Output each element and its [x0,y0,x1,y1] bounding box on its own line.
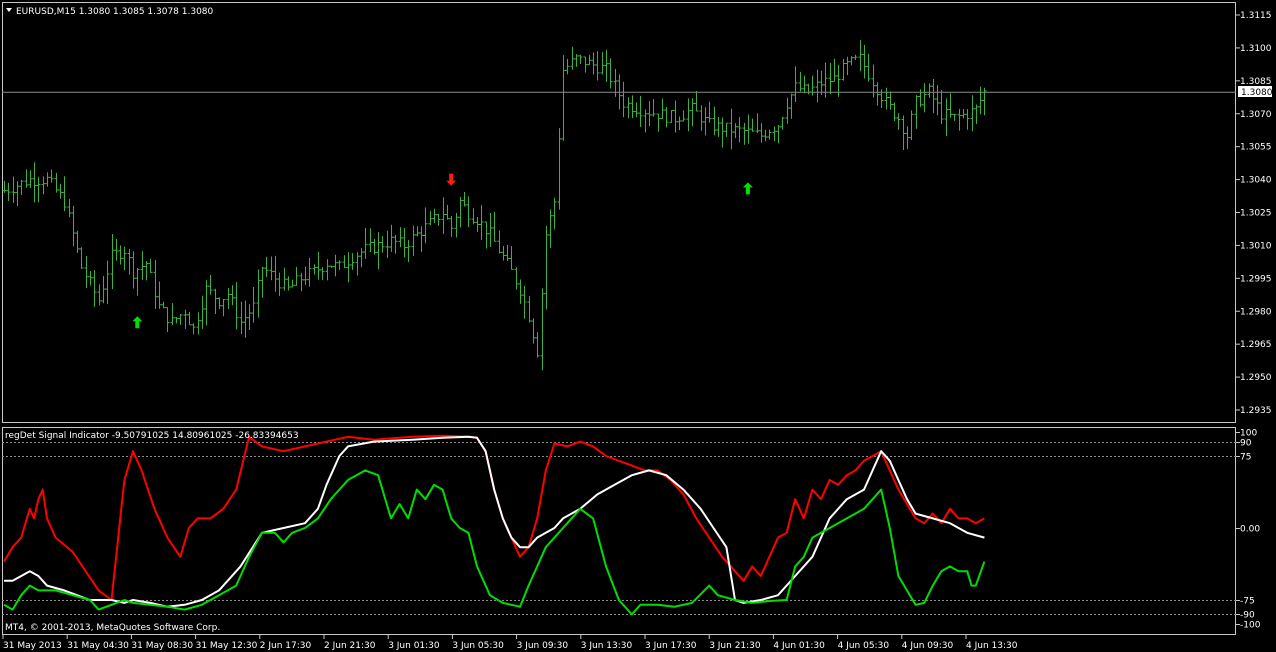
price-tick-label: 1.3100 [1240,44,1272,54]
time-tick-label: 2 Jun 21:30 [324,641,376,651]
symbol-title: EURUSD,M15 1.3080 1.3085 1.3078 1.3080 [16,7,214,17]
time-tick-label: 3 Jun 13:30 [581,641,633,651]
time-tick-label: 2 Jun 17:30 [260,641,312,651]
indicator-level-label: -100 [1240,621,1261,631]
price-tick-label: 1.3055 [1240,143,1272,153]
indicator-level-label: 0.00 [1240,525,1260,535]
time-tick-label: 3 Jun 17:30 [645,641,697,651]
price-tick-label: 1.3040 [1240,176,1272,186]
time-tick-label: 3 Jun 01:30 [388,641,440,651]
price-tick-label: 1.2950 [1240,373,1272,383]
time-tick-label: 31 May 2013 [3,641,62,651]
price-tick-label: 1.3010 [1240,241,1272,251]
indicator-level-label: 75 [1240,453,1251,463]
indicator-level-label: 100 [1240,429,1257,439]
time-tick-label: 4 Jun 13:30 [966,641,1018,651]
price-tick-label: 1.2995 [1240,274,1272,284]
price-tick-label: 1.2935 [1240,406,1272,416]
price-tick-label: 1.3085 [1240,77,1272,87]
time-tick-label: 31 May 08:30 [131,641,193,651]
price-tick-label: 1.2980 [1240,307,1272,317]
time-tick-label: 31 May 12:30 [196,641,258,651]
time-tick-label: 4 Jun 01:30 [773,641,825,651]
price-tick-label: 1.3115 [1240,11,1272,21]
time-tick-label: 3 Jun 05:30 [452,641,504,651]
price-tick-label: 1.2965 [1240,340,1272,350]
time-tick-label: 4 Jun 09:30 [902,641,954,651]
time-tick-label: 31 May 04:30 [67,641,129,651]
indicator-title: regDet Signal Indicator -9.50791025 14.8… [5,431,299,441]
chart-canvas[interactable]: 1.3115 1.3100 1.3085 1.3070 1.3055 1.3040 1.30… [0,0,1276,652]
time-tick-label: 3 Jun 21:30 [709,641,761,651]
indicator-level-label: -75 [1240,597,1255,607]
price-tick-label: 1.3025 [1240,209,1272,219]
time-tick-label: 3 Jun 09:30 [517,641,569,651]
copyright-text: MT4, © 2001-2013, MetaQuotes Software Co… [5,623,220,633]
price-tick-label: 1.3070 [1240,110,1272,120]
indicator-level-label: -90 [1240,611,1255,621]
chart-background [0,0,1276,652]
indicator-level-label: 90 [1240,439,1252,449]
time-tick-label: 4 Jun 05:30 [838,641,890,651]
current-price-label: 1.3080 [1241,88,1273,98]
